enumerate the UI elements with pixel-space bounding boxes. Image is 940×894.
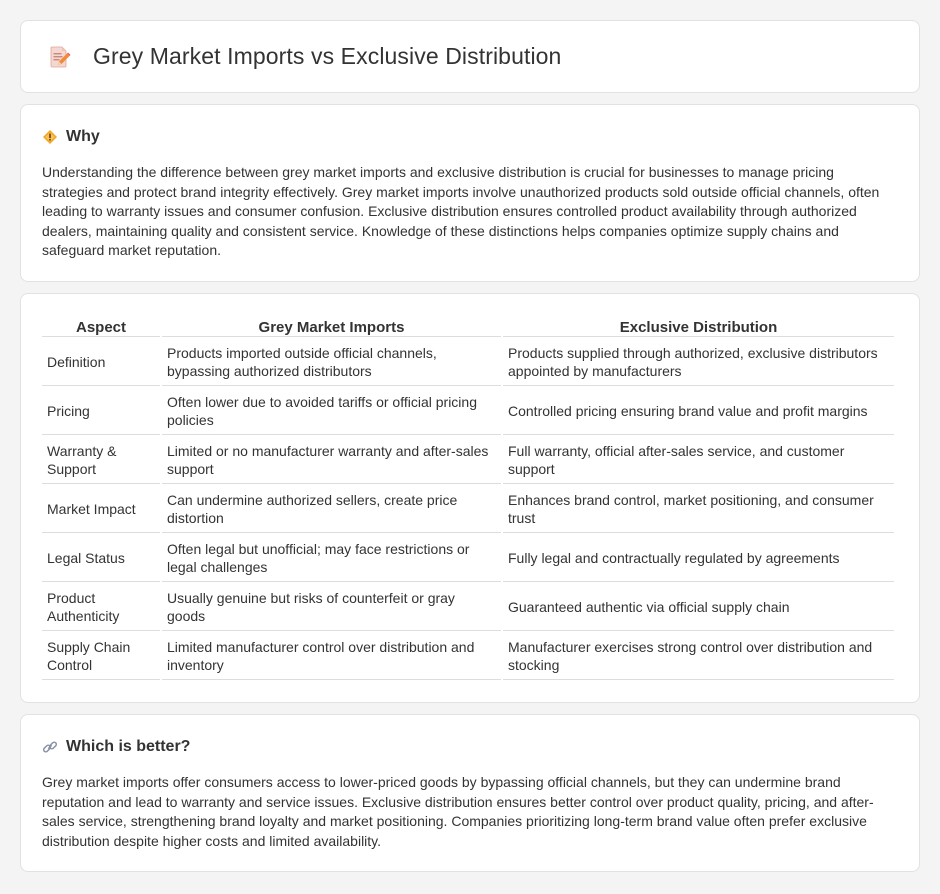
cell-exclusive: Products supplied through authorized, ex… [503, 339, 894, 386]
cell-aspect: Warranty & Support [42, 437, 160, 484]
cell-exclusive: Controlled pricing ensuring brand value … [503, 388, 894, 435]
which-header: Which is better? [42, 737, 898, 757]
why-text: Understanding the difference between gre… [42, 164, 880, 259]
why-header: Why [42, 127, 898, 147]
diamond-warning-icon [42, 129, 58, 145]
why-heading: Why [66, 128, 100, 145]
cell-grey-market: Limited or no manufacturer warranty and … [162, 437, 501, 484]
which-text: Grey market imports offer consumers acce… [42, 774, 874, 849]
why-section: Why Understanding the difference between… [20, 104, 920, 282]
comparison-table: Aspect Grey Market Imports Exclusive Dis… [40, 315, 896, 682]
cell-exclusive: Guaranteed authentic via official supply… [503, 584, 894, 631]
cell-grey-market: Products imported outside official chann… [162, 339, 501, 386]
table-row: Warranty & Support Limited or no manufac… [42, 437, 894, 484]
cell-exclusive: Enhances brand control, market positioni… [503, 486, 894, 533]
table-row: Product Authenticity Usually genuine but… [42, 584, 894, 631]
which-heading: Which is better? [66, 738, 191, 755]
table-row: Pricing Often lower due to avoided tarif… [42, 388, 894, 435]
cell-exclusive: Manufacturer exercises strong control ov… [503, 633, 894, 680]
cell-aspect: Pricing [42, 388, 160, 435]
cell-grey-market: Often lower due to avoided tariffs or of… [162, 388, 501, 435]
cell-aspect: Product Authenticity [42, 584, 160, 631]
table-row: Legal Status Often legal but unofficial;… [42, 535, 894, 582]
header-exclusive: Exclusive Distribution [503, 317, 894, 337]
header-aspect: Aspect [42, 317, 160, 337]
cell-grey-market: Often legal but unofficial; may face res… [162, 535, 501, 582]
cell-grey-market: Usually genuine but risks of counterfeit… [162, 584, 501, 631]
table-row: Definition Products imported outside off… [42, 339, 894, 386]
cell-grey-market: Can undermine authorized sellers, create… [162, 486, 501, 533]
table-row: Supply Chain Control Limited manufacture… [42, 633, 894, 680]
comparison-table-card: Aspect Grey Market Imports Exclusive Dis… [20, 293, 920, 703]
which-section: Which is better? Grey market imports off… [20, 714, 920, 872]
link-icon [42, 739, 58, 755]
cell-exclusive: Full warranty, official after-sales serv… [503, 437, 894, 484]
document-pencil-icon [47, 45, 71, 69]
header-grey-market: Grey Market Imports [162, 317, 501, 337]
table-row: Market Impact Can undermine authorized s… [42, 486, 894, 533]
cell-aspect: Definition [42, 339, 160, 386]
page-title: Grey Market Imports vs Exclusive Distrib… [93, 43, 562, 69]
cell-exclusive: Fully legal and contractually regulated … [503, 535, 894, 582]
cell-aspect: Market Impact [42, 486, 160, 533]
cell-grey-market: Limited manufacturer control over distri… [162, 633, 501, 680]
cell-aspect: Supply Chain Control [42, 633, 160, 680]
cell-aspect: Legal Status [42, 535, 160, 582]
title-card: Grey Market Imports vs Exclusive Distrib… [20, 20, 920, 93]
table-header-row: Aspect Grey Market Imports Exclusive Dis… [42, 317, 894, 337]
